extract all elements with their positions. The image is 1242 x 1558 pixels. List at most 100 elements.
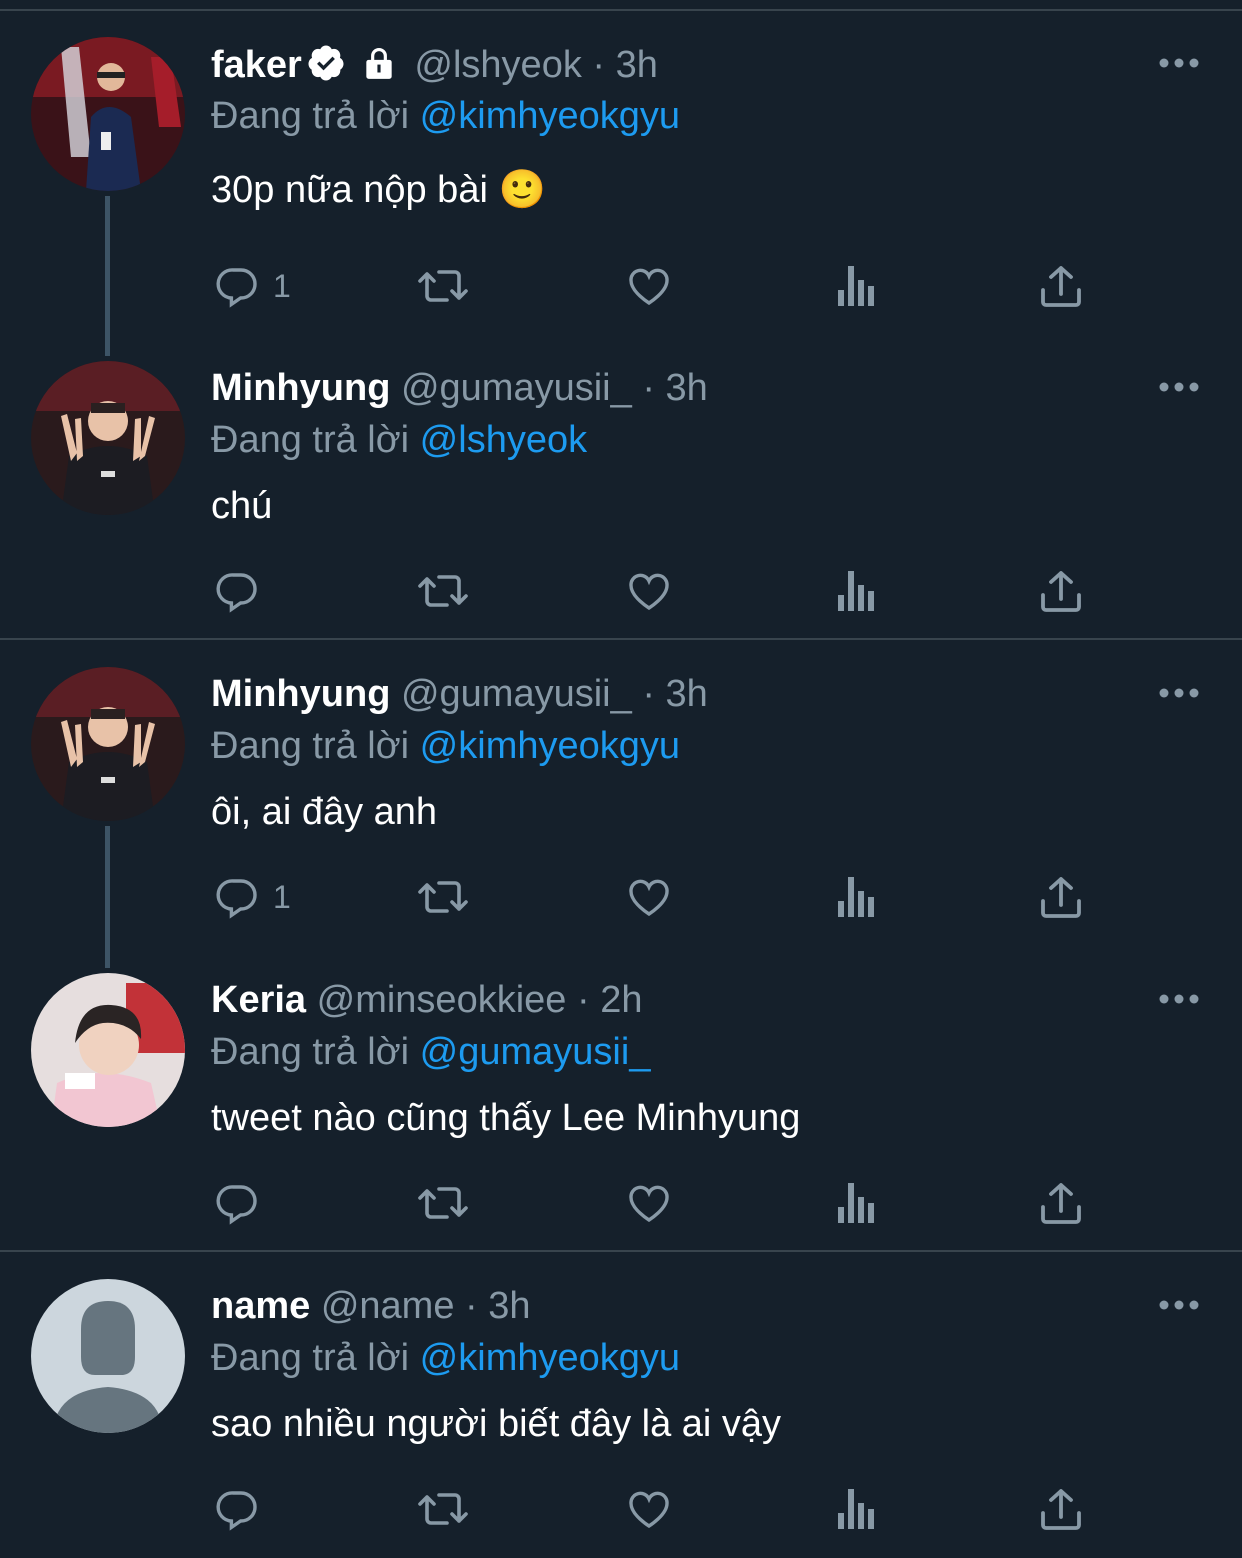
share-button[interactable] xyxy=(1039,1175,1083,1231)
avatar[interactable] xyxy=(31,973,185,1127)
tweet-actions: 1 xyxy=(0,869,1242,925)
share-button[interactable] xyxy=(1039,1481,1083,1537)
views-icon xyxy=(838,571,874,611)
handle[interactable]: @name xyxy=(321,1285,455,1327)
display-name[interactable]: Minhyung xyxy=(211,673,390,715)
display-name[interactable]: Keria xyxy=(211,979,306,1021)
share-icon xyxy=(1041,1183,1081,1224)
more-options-icon[interactable] xyxy=(1158,57,1200,69)
timestamp[interactable]: 3h xyxy=(666,673,708,715)
share-icon xyxy=(1041,1489,1081,1530)
reply-prefix: Đang trả lời xyxy=(211,1031,410,1073)
reply-count: 1 xyxy=(273,267,291,304)
separator: · xyxy=(576,979,590,1021)
avatar[interactable] xyxy=(31,361,185,515)
default-person-avatar[interactable] xyxy=(31,1279,185,1433)
retweet-button[interactable] xyxy=(415,258,471,314)
timestamp[interactable]: 3h xyxy=(488,1285,530,1327)
like-icon xyxy=(629,268,669,305)
handle[interactable]: @lshyeok xyxy=(414,44,581,86)
share-icon xyxy=(1041,571,1081,612)
timestamp[interactable]: 3h xyxy=(666,367,708,409)
share-button[interactable] xyxy=(1039,258,1083,314)
tweet[interactable]: faker @lshyeok · 3h Đang trả lời @kimhye… xyxy=(0,0,1242,330)
timestamp[interactable]: 2h xyxy=(600,979,642,1021)
handle[interactable]: @gumayusii_ xyxy=(401,367,632,409)
like-icon xyxy=(629,573,669,610)
retweet-icon xyxy=(418,1493,468,1525)
tweet-actions xyxy=(0,563,1242,619)
like-icon xyxy=(629,879,669,916)
reply-button[interactable] xyxy=(213,563,273,619)
reply-icon xyxy=(216,268,257,308)
views-icon xyxy=(838,1489,874,1529)
handle[interactable]: @minseokkiee xyxy=(317,979,567,1021)
reply-icon xyxy=(216,879,257,919)
like-button[interactable] xyxy=(625,1175,673,1231)
reply-button[interactable] xyxy=(213,1481,273,1537)
reply-prefix: Đang trả lời xyxy=(211,419,410,461)
replying-to: Đang trả lời @lshyeok xyxy=(211,417,587,463)
reply-mention-link[interactable]: @lshyeok xyxy=(420,419,587,461)
reply-icon xyxy=(216,1185,257,1225)
views-button[interactable] xyxy=(836,869,878,925)
retweet-button[interactable] xyxy=(415,1481,471,1537)
reply-button[interactable]: 1 xyxy=(213,258,291,314)
reply-mention-link[interactable]: @gumayusii_ xyxy=(420,1031,651,1073)
reply-mention-link[interactable]: @kimhyeokgyu xyxy=(420,95,680,137)
tweet-header: Minhyung @gumayusii_ · 3h xyxy=(211,671,708,717)
tweet-actions: 1 xyxy=(0,258,1242,314)
display-name[interactable]: name xyxy=(211,1285,310,1327)
views-icon xyxy=(838,877,874,917)
separator: · xyxy=(465,1285,478,1327)
display-name[interactable]: Minhyung xyxy=(211,367,390,409)
replying-to: Đang trả lời @kimhyeokgyu xyxy=(211,93,680,139)
tweet-actions xyxy=(0,1481,1242,1537)
display-name[interactable]: faker xyxy=(211,44,302,86)
tweet[interactable]: Keria @minseokkiee · 2h Đang trả lời @gu… xyxy=(0,945,1242,1250)
share-button[interactable] xyxy=(1039,563,1083,619)
share-button[interactable] xyxy=(1039,869,1083,925)
tweet[interactable]: Minhyung @gumayusii_ · 3h Đang trả lời @… xyxy=(0,640,1242,945)
protected-lock-icon xyxy=(360,43,398,94)
tweet[interactable]: Minhyung @gumayusii_ · 3h Đang trả lời @… xyxy=(0,330,1242,638)
more-options-icon[interactable] xyxy=(1158,1299,1200,1311)
views-button[interactable] xyxy=(836,1481,878,1537)
retweet-icon xyxy=(418,270,468,302)
avatar[interactable] xyxy=(31,37,185,191)
retweet-button[interactable] xyxy=(415,1175,471,1231)
tweet-header: Keria @minseokkiee · 2h xyxy=(211,977,642,1023)
retweet-button[interactable] xyxy=(415,869,471,925)
handle[interactable]: @gumayusii_ xyxy=(401,673,632,715)
avatar[interactable] xyxy=(31,667,185,821)
reply-button[interactable]: 1 xyxy=(213,869,291,925)
like-button[interactable] xyxy=(625,563,673,619)
timestamp[interactable]: 3h xyxy=(616,44,658,86)
views-button[interactable] xyxy=(836,258,878,314)
verified-badge-icon xyxy=(306,43,346,94)
reply-mention-link[interactable]: @kimhyeokgyu xyxy=(420,725,680,767)
reply-icon xyxy=(216,573,257,613)
reply-count: 1 xyxy=(273,878,291,915)
retweet-button[interactable] xyxy=(415,563,471,619)
reply-mention-link[interactable]: @kimhyeokgyu xyxy=(420,1337,680,1379)
separator: · xyxy=(642,367,655,409)
reply-prefix: Đang trả lời xyxy=(211,725,410,767)
more-options-icon[interactable] xyxy=(1158,687,1200,699)
tweet-text: chú xyxy=(211,485,273,527)
reply-prefix: Đang trả lời xyxy=(211,1337,410,1379)
views-button[interactable] xyxy=(836,1175,878,1231)
like-button[interactable] xyxy=(625,258,673,314)
more-options-icon[interactable] xyxy=(1158,993,1200,1005)
like-button[interactable] xyxy=(625,869,673,925)
tweet-header: name @name · 3h xyxy=(211,1283,531,1329)
views-button[interactable] xyxy=(836,563,878,619)
reply-button[interactable] xyxy=(213,1175,273,1231)
reply-prefix: Đang trả lời xyxy=(211,95,410,137)
tweet[interactable]: name @name · 3h Đang trả lời @kimhyeokgy… xyxy=(0,1252,1242,1558)
more-options-icon[interactable] xyxy=(1158,381,1200,393)
tweet-text: tweet nào cũng thấy Lee Minhyung xyxy=(211,1097,801,1139)
retweet-icon xyxy=(418,1187,468,1219)
tweet-text: 30p nữa nộp bài 🙂 xyxy=(211,169,546,211)
like-button[interactable] xyxy=(625,1481,673,1537)
